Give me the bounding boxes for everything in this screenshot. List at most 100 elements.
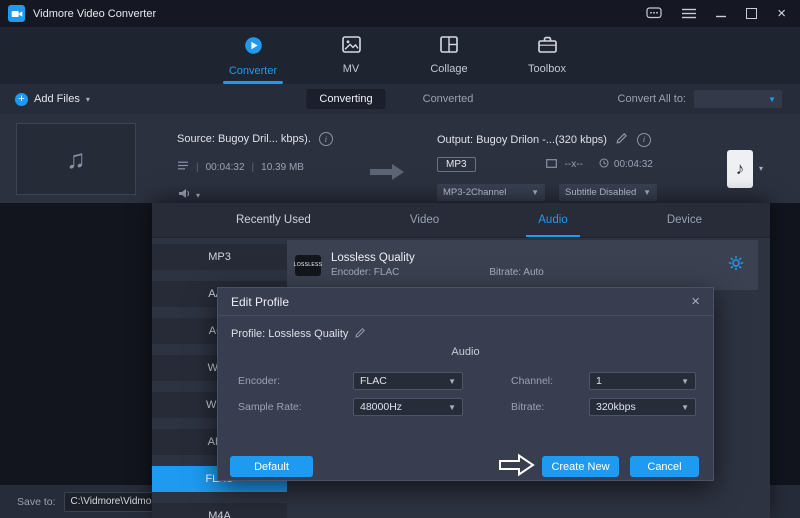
encoder-label: Encoder: [238,375,280,387]
chevron-down-icon: ▼ [681,403,689,412]
chevron-down-icon: ▼ [448,377,456,386]
subtitle-select-value: Subtitle Disabled [565,187,636,198]
app-logo-icon [8,5,25,22]
edit-profile-dialog: Edit Profile × Profile: Lossless Quality… [217,287,714,481]
source-text: Source: Bugoy Dril... kbps). [177,133,311,145]
output-duration: 00:04:32 [614,159,653,170]
edit-pencil-icon[interactable] [616,132,628,147]
toolbar: + Add Files ▾ Converting Converted Conve… [0,84,800,114]
output-text: Output: Bugoy Drilon -...(320 kbps) [437,134,607,146]
chevron-down-icon: ▼ [448,403,456,412]
sample-rate-label: Sample Rate: [238,401,302,413]
cancel-button[interactable]: Cancel [630,456,699,477]
toolbox-icon [538,36,557,58]
add-files-icon: + [15,93,28,106]
source-meta: | 00:04:32 | 10.39 MB [178,161,304,173]
tab-label: MV [343,63,360,75]
create-new-button[interactable]: Create New [542,456,619,477]
sidebar-item-mp3[interactable]: MP3 [152,244,287,270]
tab-mv[interactable]: MV [315,27,387,84]
dialog-header: Edit Profile × [218,288,713,316]
annotation-arrow-icon [499,453,535,482]
chevron-down-icon: ▼ [531,188,539,197]
tab-converted[interactable]: Converted [410,89,487,109]
tab-converting[interactable]: Converting [306,89,385,109]
tab-label: Collage [430,63,467,75]
sidebar-item-m4a[interactable]: M4A [152,503,287,518]
separator: | [252,162,255,173]
chevron-down-icon: ▾ [196,191,200,200]
clock-icon [599,158,609,171]
dialog-title: Edit Profile [231,295,289,309]
file-row[interactable]: ♫ Source: Bugoy Dril... kbps). i | 00:04… [0,114,800,203]
chevron-down-icon: ▼ [681,377,689,386]
encoder-value: FLAC [360,375,387,387]
gear-icon[interactable] [728,255,744,276]
default-button[interactable]: Default [230,456,313,477]
bitrate-select[interactable]: 320kbps ▼ [589,398,696,416]
tab-audio[interactable]: Audio [538,203,567,237]
chevron-down-icon: ▾ [86,95,90,104]
tab-label: Converter [229,65,277,77]
profile-name-label: Profile: Lossless Quality [231,328,348,340]
output-meta: MP3 --x-- 00:04:32 [437,157,653,172]
audio-file-icon: ♪ [727,150,753,188]
music-note-icon: ♫ [66,144,86,175]
feedback-icon[interactable] [646,7,662,20]
chevron-down-icon: ▾ [759,164,763,173]
tab-video[interactable]: Video [410,203,439,237]
maximize-icon[interactable] [746,8,757,19]
profile-name-row: Profile: Lossless Quality [231,327,366,341]
volume-control[interactable]: ▾ [178,186,200,204]
chevron-down-icon: ▼ [643,188,651,197]
save-to-label: Save to: [17,496,56,508]
minimize-icon[interactable] [716,9,726,19]
tab-toolbox[interactable]: Toolbox [511,27,583,84]
info-icon[interactable]: i [319,132,333,146]
app-title: Vidmore Video Converter [33,8,156,20]
profile-tabs: Recently Used Video Audio Device [152,203,770,238]
bitrate-label: Bitrate: [511,401,544,413]
sample-rate-select[interactable]: 48000Hz ▼ [353,398,463,416]
profile-list-item[interactable]: lossless Lossless Quality Encoder: FLAC … [287,240,758,290]
convert-state-tabs: Converting Converted [306,89,486,109]
profile-item-encoder: Encoder: FLAC [331,267,399,278]
media-thumbnail: ♫ [16,123,136,195]
add-files-button[interactable]: + Add Files ▾ [15,93,90,106]
source-size: 10.39 MB [261,162,304,173]
output-selects: MP3-2Channel ▼ Subtitle Disabled ▼ [437,184,657,201]
channel-select[interactable]: 1 ▼ [589,372,696,390]
encoder-select[interactable]: FLAC ▼ [353,372,463,390]
profile-item-bitrate: Bitrate: Auto [489,267,543,278]
menu-icon[interactable] [682,8,696,19]
titlebar: Vidmore Video Converter × [0,0,800,27]
close-icon[interactable]: × [777,9,786,19]
subtitle-select[interactable]: Subtitle Disabled ▼ [559,184,657,201]
close-icon[interactable]: × [691,296,700,308]
resolution-placeholder: --x-- [565,159,583,170]
output-format-thumb[interactable]: ♪ ▾ [727,150,763,188]
tab-converter[interactable]: Converter [217,27,289,84]
converter-icon [244,36,263,60]
tab-collage[interactable]: Collage [413,27,485,84]
profile-item-title: Lossless Quality [331,252,544,264]
collage-icon [440,36,458,58]
tab-device[interactable]: Device [667,203,702,237]
playlist-icon [178,161,189,173]
convert-all-select[interactable]: ▼ [694,90,782,108]
channel-select[interactable]: MP3-2Channel ▼ [437,184,545,201]
speaker-icon [178,186,191,204]
format-badge: MP3 [437,157,476,172]
output-info-icon[interactable]: i [637,133,651,147]
tab-label: Toolbox [528,63,566,75]
channel-select-value: MP3-2Channel [443,187,506,198]
resolution-icon [546,159,557,171]
channel-value: 1 [596,375,602,387]
edit-pencil-icon[interactable] [355,327,366,341]
lossless-badge: lossless [295,255,321,276]
channel-label: Channel: [511,375,553,387]
tab-recently-used[interactable]: Recently Used [236,203,311,237]
app-window: Vidmore Video Converter × Converter [0,0,800,518]
profile-item-text: Lossless Quality Encoder: FLAC Bitrate: … [331,252,544,278]
separator: | [196,162,199,173]
